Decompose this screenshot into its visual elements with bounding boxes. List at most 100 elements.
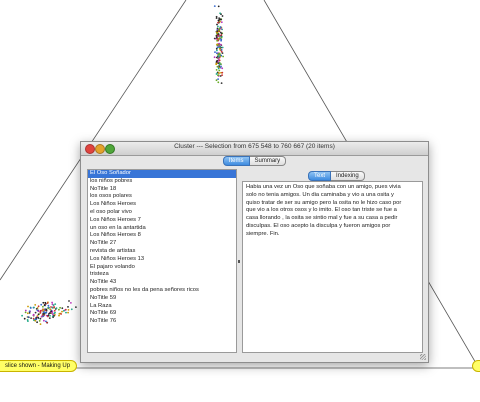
cluster-point <box>34 311 37 314</box>
cluster-point <box>35 308 38 310</box>
list-item[interactable]: NoTitle 18 <box>88 186 236 194</box>
resize-grip[interactable] <box>420 354 426 360</box>
cluster-point <box>220 34 223 36</box>
cluster-point <box>218 27 221 30</box>
cluster-point <box>222 55 225 58</box>
cluster-point <box>59 306 61 309</box>
window-titlebar[interactable]: Cluster --- Selection from 675 548 to 76… <box>81 142 428 156</box>
list-item[interactable]: El Oso Soñador <box>88 170 236 178</box>
tab-text[interactable]: Text <box>308 171 332 181</box>
detail-text-panel[interactable]: Habia una vez un Oso que soñaba con un a… <box>242 181 423 353</box>
cluster-point <box>24 309 27 312</box>
cluster-point <box>220 50 223 53</box>
list-item[interactable]: NoTitle 43 <box>88 279 236 287</box>
cluster-point <box>215 63 218 66</box>
cluster-point <box>217 55 220 58</box>
cluster-point <box>45 320 47 323</box>
cluster-point <box>37 310 40 313</box>
split-handle[interactable] <box>238 260 240 263</box>
cluster-point <box>220 49 223 51</box>
list-item[interactable]: El pajaro volando <box>88 264 236 272</box>
cluster-point <box>39 310 42 313</box>
cluster-point <box>217 33 220 35</box>
cluster-point <box>218 59 221 62</box>
list-item[interactable]: Los Niños Heroes 8 <box>88 232 236 240</box>
list-item[interactable]: pobres niños no les da pena señores rico… <box>88 287 236 295</box>
cluster-point <box>46 302 49 304</box>
list-item[interactable]: NoTitle 27 <box>88 240 236 248</box>
cluster-point <box>215 69 218 71</box>
list-item[interactable]: Los Niños Heroes 13 <box>88 256 236 264</box>
cluster-point <box>61 307 64 310</box>
cluster-points-top <box>213 5 225 84</box>
cluster-point <box>55 307 58 309</box>
list-item[interactable]: un oso en la antartida <box>88 225 236 233</box>
cluster-point <box>220 43 222 46</box>
status-badge-right <box>472 360 480 372</box>
list-item[interactable]: el oso polar vivo <box>88 209 236 217</box>
tab-items[interactable]: Items <box>222 156 250 166</box>
list-item[interactable]: Los Niños Heroes <box>88 201 236 209</box>
tab-summary[interactable]: Summary <box>249 156 287 166</box>
cluster-point <box>54 303 57 305</box>
cluster-point <box>28 312 31 314</box>
cluster-point <box>35 317 37 319</box>
cluster-point <box>43 304 46 307</box>
cluster-point <box>28 310 31 313</box>
list-item[interactable]: NoTitle 59 <box>88 295 236 303</box>
cluster-point <box>220 38 223 41</box>
cluster-point <box>221 71 224 74</box>
cluster-point <box>37 316 40 319</box>
cluster-point <box>217 72 220 74</box>
cluster-point <box>39 317 42 320</box>
cluster-point <box>218 69 221 72</box>
cluster-point <box>218 63 221 66</box>
cluster-point <box>67 306 69 308</box>
cluster-point <box>53 309 56 312</box>
minimize-window-button[interactable] <box>95 144 105 154</box>
cluster-point <box>51 301 53 304</box>
cluster-point <box>67 311 69 314</box>
cluster-point <box>221 46 224 49</box>
cluster-point <box>58 312 61 315</box>
cluster-point <box>45 311 48 314</box>
list-item[interactable]: La Raza <box>88 303 236 311</box>
list-item[interactable]: Los Niños Heroes 7 <box>88 217 236 225</box>
list-item[interactable]: NoTitle 76 <box>88 318 236 326</box>
cluster-point <box>26 312 29 315</box>
cluster-point <box>215 17 218 19</box>
cluster-point <box>75 306 77 308</box>
cluster-point <box>51 306 54 309</box>
cluster-point <box>218 65 221 67</box>
list-item[interactable]: los osos polares <box>88 193 236 201</box>
cluster-point <box>216 65 219 68</box>
close-window-button[interactable] <box>85 144 95 154</box>
items-list[interactable]: El Oso Soñador los niños pobres NoTitle 18… <box>87 169 237 353</box>
cluster-point <box>53 306 56 308</box>
cluster-point <box>216 30 219 33</box>
cluster-point <box>47 313 50 315</box>
list-item[interactable]: los niños pobres <box>88 178 236 186</box>
cluster-point <box>215 36 218 39</box>
list-item[interactable]: revista de artistas <box>88 248 236 256</box>
cluster-point <box>42 315 45 318</box>
list-item[interactable]: NoTitle 69 <box>88 310 236 318</box>
cluster-point <box>42 305 44 308</box>
cluster-point <box>219 20 221 23</box>
cluster-point <box>213 56 216 59</box>
cluster-point <box>40 315 43 318</box>
cluster-point <box>54 311 56 314</box>
cluster-point <box>218 42 221 45</box>
cluster-point <box>216 27 219 30</box>
cluster-point <box>37 305 40 308</box>
cluster-point <box>217 5 220 8</box>
cluster-point <box>216 52 218 55</box>
cluster-point <box>221 67 224 70</box>
tab-indexing[interactable]: Indexing <box>331 171 365 181</box>
list-item[interactable]: tristeza <box>88 271 236 279</box>
status-badge: slice shown - Making Up <box>0 360 78 372</box>
zoom-window-button[interactable] <box>105 144 115 154</box>
cluster-point <box>40 303 43 306</box>
cluster-point <box>34 319 37 322</box>
cluster-point <box>65 311 67 314</box>
